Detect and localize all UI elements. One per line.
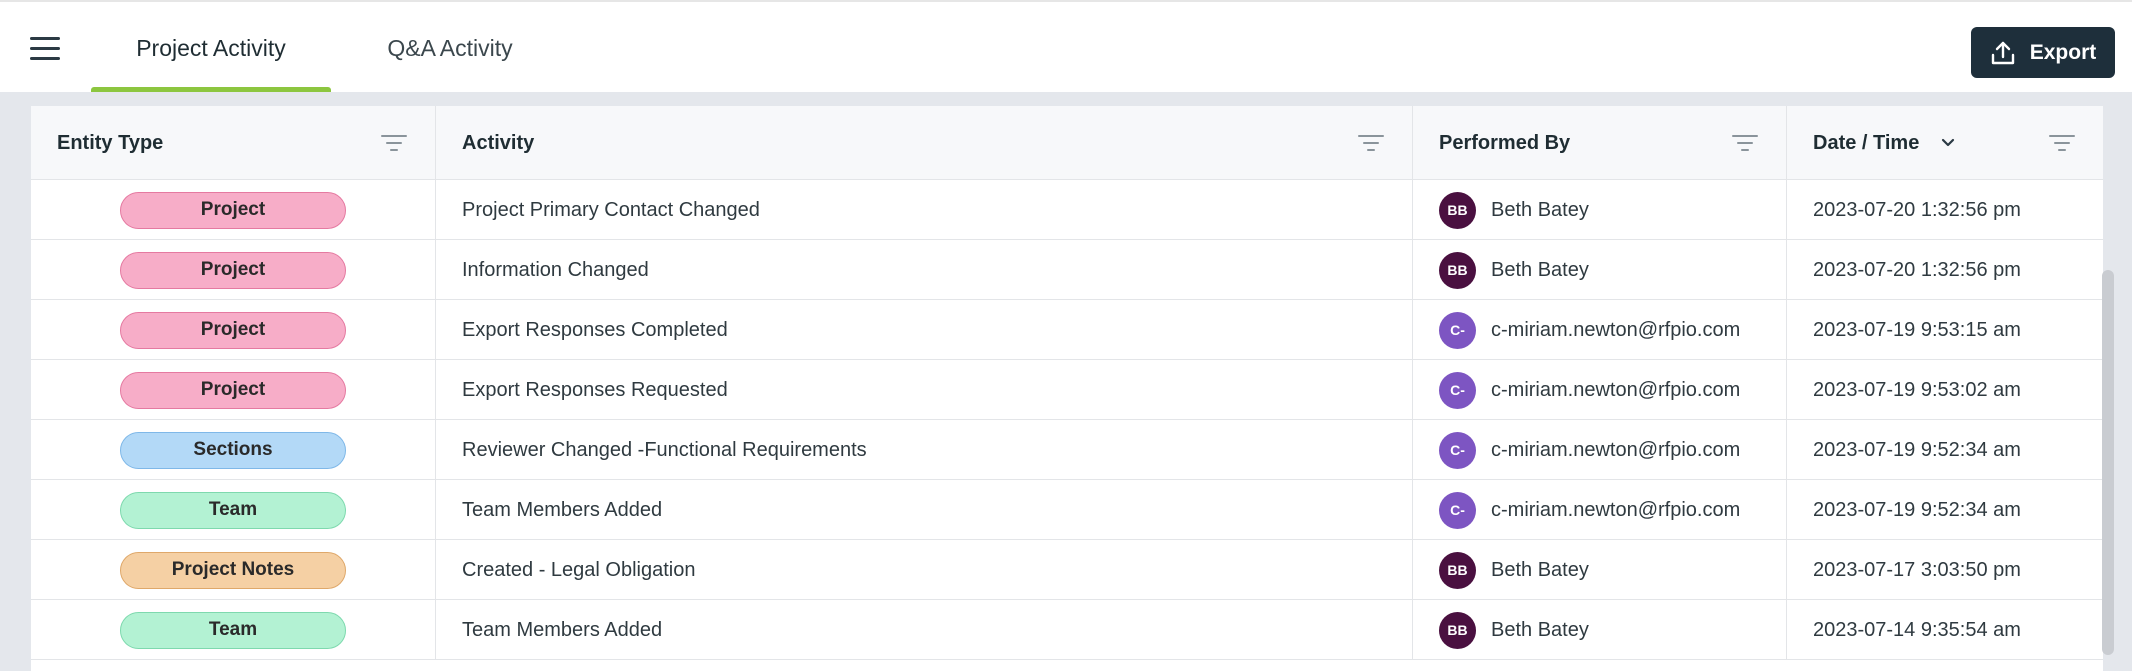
table-row[interactable]: Project Information Changed BB Beth Batey 20… bbox=[31, 240, 2103, 300]
cell-performed-by: BB Beth Batey bbox=[1413, 240, 1787, 300]
chevron-down-icon[interactable] bbox=[1941, 138, 1955, 148]
entity-type-badge: Project bbox=[120, 251, 346, 289]
cell-date-time: 2023-07-14 9:35:54 am bbox=[1813, 618, 2021, 641]
cell-entity-type: Project bbox=[31, 180, 436, 240]
cell-date-time: 2023-07-19 9:52:34 am bbox=[1813, 498, 2021, 521]
avatar: C- bbox=[1439, 431, 1476, 469]
cell-performed-by: BB Beth Batey bbox=[1413, 600, 1787, 660]
cell-activity: Project Primary Contact Changed bbox=[436, 180, 1413, 240]
performed-by-name: Beth Batey bbox=[1491, 198, 1589, 221]
export-button[interactable]: Export bbox=[1971, 27, 2115, 78]
column-header-activity: Activity bbox=[436, 106, 1413, 180]
table-header: Entity Type Activity Performed By Date /… bbox=[31, 106, 2103, 180]
cell-performed-by: C-c-miriam.newton@rfpio.com bbox=[1413, 420, 1787, 480]
cell-performed-by: BB Beth Batey bbox=[1413, 540, 1787, 600]
cell-performed-by: C-c-miriam.newton@rfpio.com bbox=[1413, 300, 1787, 360]
cell-date-time: 2023-07-19 9:52:34 am bbox=[1813, 438, 2021, 461]
table-row[interactable]: Team Team Members Added BB Beth Batey 2023-0… bbox=[31, 600, 2103, 660]
cell-activity: Reviewer Changed -Functional Requirement… bbox=[436, 420, 1413, 480]
cell-activity: Team Members Added bbox=[436, 480, 1413, 540]
avatar: BB bbox=[1439, 611, 1476, 649]
avatar: BB bbox=[1439, 251, 1476, 289]
cell-entity-type: Sections bbox=[31, 420, 436, 480]
performed-by-name: Beth Batey bbox=[1491, 558, 1589, 581]
cell-performed-by: BB Beth Batey bbox=[1413, 180, 1787, 240]
entity-type-badge: Project Notes bbox=[120, 551, 346, 589]
column-label-entity-type: Entity Type bbox=[57, 131, 164, 154]
upload-icon bbox=[1991, 41, 2014, 64]
entity-type-badge: Sections bbox=[120, 431, 346, 469]
cell-entity-type: Team bbox=[31, 600, 436, 660]
table-row[interactable]: Project Project Primary Contact Changed BB… bbox=[31, 180, 2103, 240]
avatar: C- bbox=[1439, 371, 1476, 409]
column-label-performed-by: Performed By bbox=[1439, 131, 1571, 154]
avatar: C- bbox=[1439, 311, 1476, 349]
column-header-entity-type: Entity Type bbox=[31, 106, 436, 180]
tab-qa-activity[interactable]: Q&A Activity bbox=[370, 2, 530, 94]
cell-activity: Team Members Added bbox=[436, 600, 1413, 660]
cell-entity-type: Team bbox=[31, 480, 436, 540]
entity-type-badge: Team bbox=[120, 491, 346, 529]
performed-by-name: c-miriam.newton@rfpio.com bbox=[1491, 318, 1741, 341]
filter-icon[interactable] bbox=[381, 133, 407, 153]
cell-entity-type: Project bbox=[31, 300, 436, 360]
cell-date-time: 2023-07-20 1:32:56 pm bbox=[1813, 198, 2021, 221]
cell-activity: Created - Legal Obligation bbox=[436, 540, 1413, 600]
performed-by-name: c-miriam.newton@rfpio.com bbox=[1491, 498, 1741, 521]
cell-date-time: 2023-07-19 9:53:15 am bbox=[1813, 318, 2021, 341]
filter-icon[interactable] bbox=[2049, 133, 2075, 153]
cell-performed-by: C-c-miriam.newton@rfpio.com bbox=[1413, 480, 1787, 540]
avatar: BB bbox=[1439, 551, 1476, 589]
cell-performed-by: C-c-miriam.newton@rfpio.com bbox=[1413, 360, 1787, 420]
hamburger-menu-icon[interactable] bbox=[30, 35, 60, 63]
performed-by-name: Beth Batey bbox=[1491, 618, 1589, 641]
avatar: BB bbox=[1439, 191, 1476, 229]
cell-activity: Export Responses Completed bbox=[436, 300, 1413, 360]
column-header-date-time: Date / Time bbox=[1787, 106, 2103, 180]
table-row[interactable]: Project Export Responses Completed C-c-mir… bbox=[31, 300, 2103, 360]
top-bar: Project Activity Q&A Activity Export bbox=[0, 0, 2132, 94]
table-row[interactable]: Project Export Responses Requested C-c-mir… bbox=[31, 360, 2103, 420]
cell-entity-type: Project bbox=[31, 360, 436, 420]
cell-date-time: 2023-07-20 1:32:56 pm bbox=[1813, 258, 2021, 281]
table-row[interactable]: Sections Reviewer Changed -Functional Req… bbox=[31, 420, 2103, 480]
vertical-scrollbar[interactable] bbox=[2102, 270, 2114, 655]
entity-type-badge: Team bbox=[120, 611, 346, 649]
cell-activity: Information Changed bbox=[436, 240, 1413, 300]
cell-activity: Export Responses Requested bbox=[436, 360, 1413, 420]
cell-entity-type: Project Notes bbox=[31, 540, 436, 600]
performed-by-name: c-miriam.newton@rfpio.com bbox=[1491, 438, 1741, 461]
entity-type-badge: Project bbox=[120, 191, 346, 229]
performed-by-name: Beth Batey bbox=[1491, 258, 1589, 281]
entity-type-badge: Project bbox=[120, 371, 346, 409]
activity-table: Entity Type Activity Performed By Date /… bbox=[31, 106, 2103, 671]
filter-icon[interactable] bbox=[1732, 133, 1758, 153]
export-button-label: Export bbox=[2029, 40, 2097, 64]
filter-icon[interactable] bbox=[1358, 133, 1384, 153]
column-label-date-time: Date / Time bbox=[1813, 131, 1920, 154]
table-row[interactable]: Project Notes Created - Legal Obligation B… bbox=[31, 540, 2103, 600]
tab-project-activity[interactable]: Project Activity bbox=[91, 2, 331, 94]
performed-by-name: c-miriam.newton@rfpio.com bbox=[1491, 378, 1741, 401]
column-header-performed-by: Performed By bbox=[1413, 106, 1787, 180]
cell-date-time: 2023-07-17 3:03:50 pm bbox=[1813, 558, 2021, 581]
entity-type-badge: Project bbox=[120, 311, 346, 349]
content-area: Entity Type Activity Performed By Date /… bbox=[0, 92, 2132, 671]
cell-date-time: 2023-07-19 9:53:02 am bbox=[1813, 378, 2021, 401]
table-row[interactable]: Team Team Members Added C-c-miriam.newton@… bbox=[31, 480, 2103, 540]
cell-entity-type: Project bbox=[31, 240, 436, 300]
column-label-activity: Activity bbox=[462, 131, 535, 154]
avatar: C- bbox=[1439, 491, 1476, 529]
